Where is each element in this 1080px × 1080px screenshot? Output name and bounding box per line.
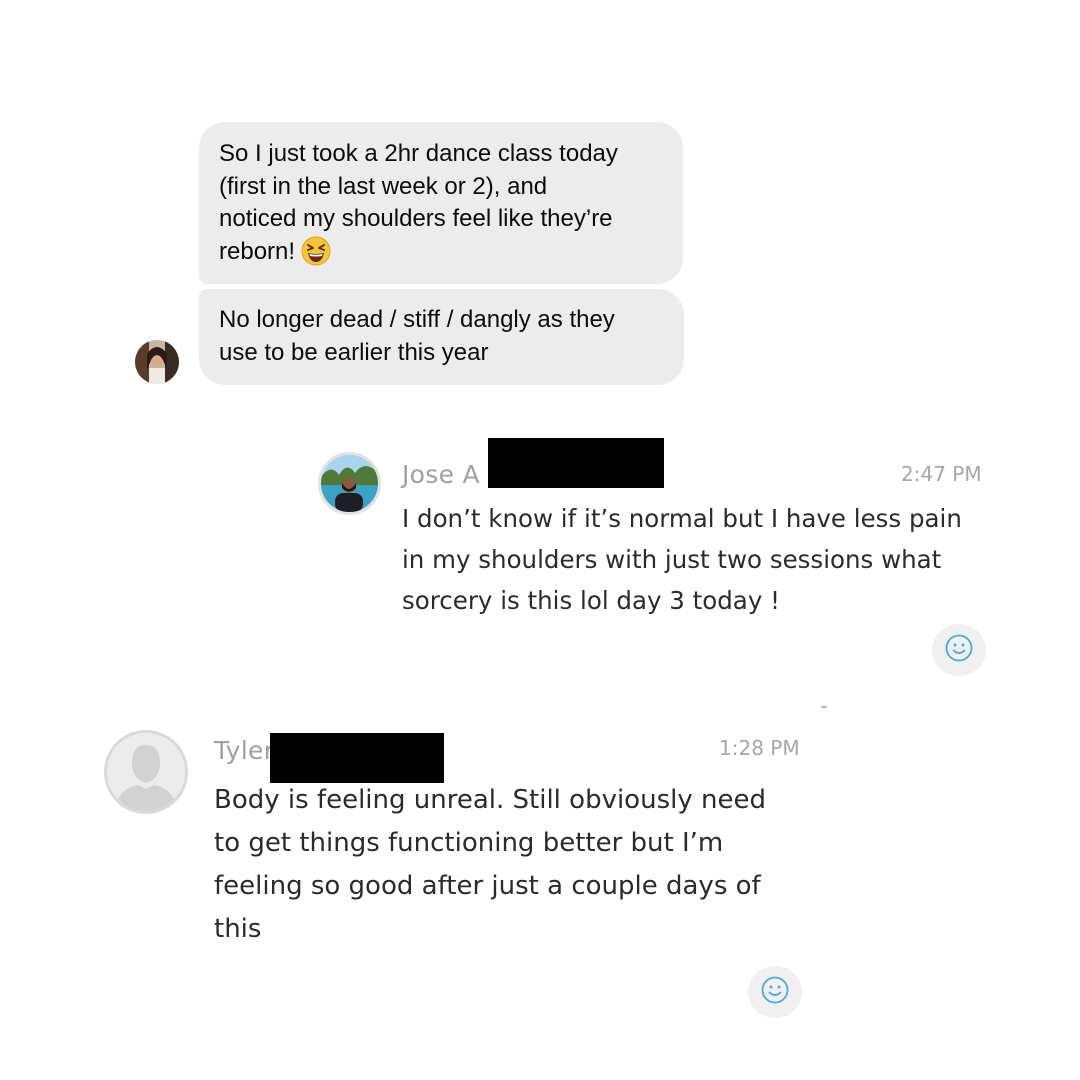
post-line: in my shoulders with just two sessions w… <box>402 545 942 574</box>
author-name[interactable]: Tyler <box>214 736 274 765</box>
smiley-icon <box>944 633 974 668</box>
message-line-text: reborn! <box>219 237 296 265</box>
message-line: (first in the last week or 2), and <box>219 172 548 200</box>
timestamp: 1:28 PM <box>719 736 800 760</box>
post-line: to get things functioning better but I’m <box>214 828 724 858</box>
redaction-bar <box>270 733 444 783</box>
author-name[interactable]: Jose A <box>402 460 480 489</box>
avatar[interactable] <box>318 452 381 515</box>
redaction-bar <box>488 438 664 488</box>
post-line: Body is feeling unreal. Still obviously … <box>214 785 766 815</box>
post-line: this <box>214 914 262 944</box>
add-reaction-button[interactable] <box>748 966 802 1018</box>
message-bubble: So I just took a 2hr dance class today (… <box>199 122 683 284</box>
post-line: I don’t know if it’s normal but I have l… <box>402 504 962 533</box>
message-line: noticed my shoulders feel like they’re <box>219 205 613 232</box>
avatar[interactable] <box>104 730 188 814</box>
grinning-squinting-face-icon <box>301 236 331 276</box>
post-line: sorcery is this lol day 3 today ! <box>402 586 780 615</box>
message-line: So I just took a 2hr dance class today <box>219 140 618 167</box>
add-reaction-button[interactable] <box>932 624 986 676</box>
avatar[interactable] <box>135 340 179 384</box>
message-line: use to be earlier this year <box>219 338 489 366</box>
smiley-icon <box>760 975 790 1010</box>
message-bubble: No longer dead / stiff / dangly as they … <box>199 289 684 385</box>
divider <box>821 706 827 708</box>
post-line: feeling so good after just a couple days… <box>214 871 761 901</box>
timestamp: 2:47 PM <box>901 462 982 486</box>
post-body: I don’t know if it’s normal but I have l… <box>402 498 1002 621</box>
post-body: Body is feeling unreal. Still obviously … <box>214 779 814 951</box>
message-line: No longer dead / stiff / dangly as they <box>219 306 615 333</box>
message-line: reborn! <box>219 236 663 276</box>
